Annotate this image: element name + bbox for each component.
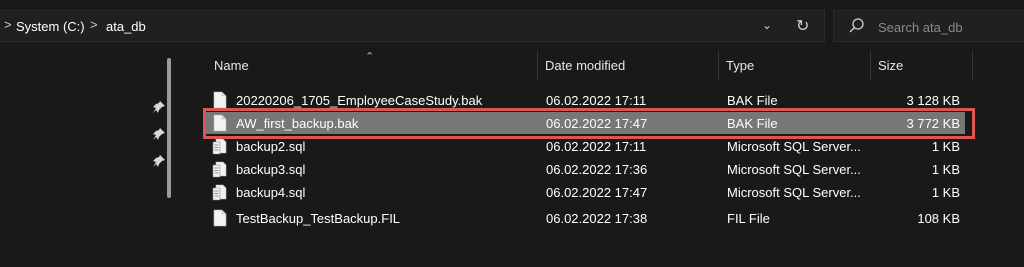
file-row[interactable]: TestBackup_TestBackup.FIL 06.02.2022 17:… xyxy=(205,207,965,229)
refresh-icon[interactable]: ↻ xyxy=(796,16,809,36)
file-type: Microsoft SQL Server... xyxy=(727,139,861,154)
file-name: backup3.sql xyxy=(236,162,306,177)
file-date: 06.02.2022 17:11 xyxy=(546,93,647,108)
pin-icon[interactable] xyxy=(152,100,166,114)
column-header-name[interactable]: Name xyxy=(214,58,249,73)
column-header-size[interactable]: Size xyxy=(878,58,903,73)
address-bar[interactable]: > System (C:) > ata_db ⌄ ↻ xyxy=(0,10,825,42)
breadcrumb-drive[interactable]: System (C:) xyxy=(16,19,85,34)
file-size: 1 KB xyxy=(931,139,960,154)
file-type: Microsoft SQL Server... xyxy=(727,185,861,200)
file-size: 3 128 KB xyxy=(906,93,961,108)
breadcrumb-chevron-icon[interactable]: > xyxy=(90,17,98,32)
search-placeholder[interactable]: Search ata_db xyxy=(878,20,963,35)
search-box[interactable]: Search ata_db xyxy=(833,10,1024,42)
sql-file-icon xyxy=(212,138,227,155)
file-row[interactable]: backup4.sql 06.02.2022 17:47 Microsoft S… xyxy=(205,181,965,203)
file-date: 06.02.2022 17:36 xyxy=(546,162,648,177)
sql-file-icon xyxy=(212,184,227,201)
breadcrumb-chevron-icon[interactable]: > xyxy=(4,17,12,32)
file-name: backup4.sql xyxy=(236,185,306,200)
column-header: Name Date modified Type Size xyxy=(185,50,1024,80)
file-name: TestBackup_TestBackup.FIL xyxy=(236,211,401,226)
file-date: 06.02.2022 17:11 xyxy=(546,139,647,154)
file-list: ⌃ Name Date modified Type Size 20220206_… xyxy=(185,50,1024,267)
navigation-pane xyxy=(0,50,176,267)
column-header-type[interactable]: Type xyxy=(726,58,754,73)
file-name: 20220206_1705_EmployeeCaseStudy.bak xyxy=(236,93,483,108)
file-type: Microsoft SQL Server... xyxy=(727,162,861,177)
selection-highlight-box xyxy=(203,108,975,139)
file-size: 1 KB xyxy=(931,162,960,177)
sql-file-icon xyxy=(212,161,227,178)
column-divider[interactable] xyxy=(537,50,538,80)
nav-scrollbar[interactable] xyxy=(166,54,172,198)
file-type: BAK File xyxy=(727,93,778,108)
pin-icon[interactable] xyxy=(152,127,166,141)
search-icon xyxy=(849,18,864,33)
file-date: 06.02.2022 17:38 xyxy=(546,211,648,226)
file-type: FIL File xyxy=(727,211,770,226)
file-icon xyxy=(213,91,227,109)
breadcrumb-folder[interactable]: ata_db xyxy=(106,19,146,34)
file-row[interactable]: backup3.sql 06.02.2022 17:36 Microsoft S… xyxy=(205,158,965,180)
file-icon xyxy=(213,209,227,227)
column-header-date[interactable]: Date modified xyxy=(545,58,625,73)
file-size: 1 KB xyxy=(931,185,960,200)
pin-icon[interactable] xyxy=(152,154,166,168)
file-size: 108 KB xyxy=(917,211,960,226)
file-date: 06.02.2022 17:47 xyxy=(546,185,648,200)
column-divider[interactable] xyxy=(870,50,871,80)
file-name: backup2.sql xyxy=(236,139,306,154)
nav-scrollbar-thumb[interactable] xyxy=(167,58,171,198)
column-divider[interactable] xyxy=(972,50,973,80)
top-bar: > System (C:) > ata_db ⌄ ↻ Search ata_db xyxy=(0,0,1024,50)
address-dropdown-icon[interactable]: ⌄ xyxy=(762,18,772,32)
column-divider[interactable] xyxy=(718,50,719,80)
